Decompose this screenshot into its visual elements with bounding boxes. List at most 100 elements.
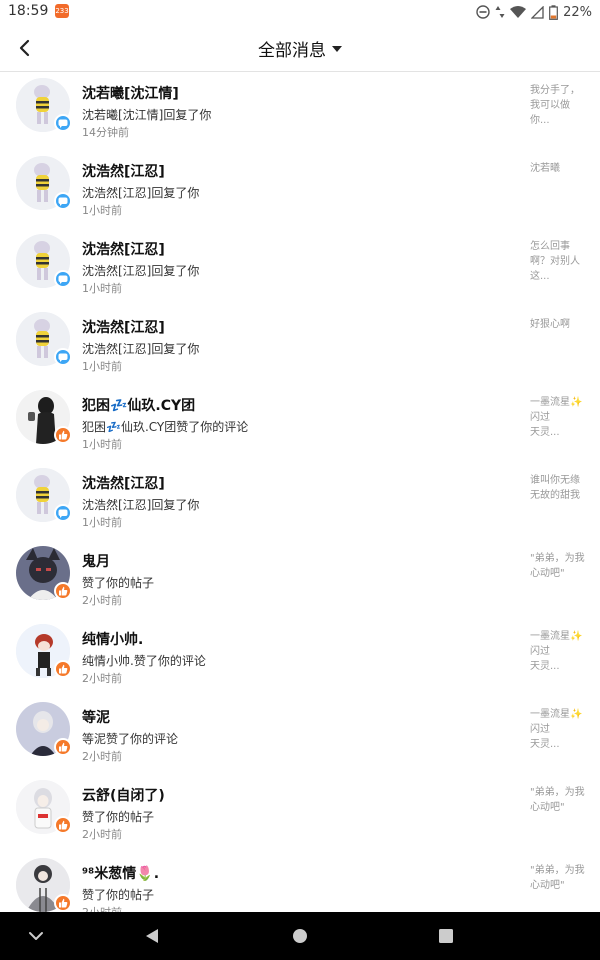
content-preview: 好狠心啊 xyxy=(530,319,570,330)
nav-back-button[interactable] xyxy=(140,924,164,948)
nav-recents-button[interactable] xyxy=(434,924,458,948)
status-time: 18:59 xyxy=(8,3,49,19)
sender-name: ⁹⁸米葱情🌷. xyxy=(82,866,160,882)
message-item[interactable]: 鬼月 赞了你的帖子 2小时前 "弟弟，为我 心动吧" xyxy=(0,546,600,624)
avatar[interactable] xyxy=(16,780,72,834)
timestamp: 2小时前 xyxy=(82,672,122,685)
wifi-icon xyxy=(510,5,527,18)
avatar[interactable] xyxy=(16,234,72,288)
avatar[interactable] xyxy=(16,78,72,132)
message-item[interactable]: 沈浩然[江忍] 沈浩然[江忍]回复了你 1小时前 好狠心啊 xyxy=(0,312,600,390)
notification-text: 纯情小帅.赞了你的评论 xyxy=(82,654,206,668)
message-item[interactable]: ⁹⁸米葱情🌷. 赞了你的帖子 2小时前 "弟弟，为我 心动吧" xyxy=(0,858,600,912)
avatar[interactable] xyxy=(16,390,72,444)
timestamp: 1小时前 xyxy=(82,282,122,295)
message-item[interactable]: 等泥 等泥赞了你的评论 2小时前 一墨流星✨ 闪过 天灵... xyxy=(0,702,600,780)
notification-text: 沈浩然[江忍]回复了你 xyxy=(82,186,200,200)
timestamp: 2小时前 xyxy=(82,750,122,763)
message-filter-dropdown[interactable]: 全部消息 xyxy=(0,24,600,72)
content-preview: 一墨流星✨ 闪过 天灵... xyxy=(530,631,583,672)
sender-name: 沈浩然[江忍] xyxy=(82,476,165,492)
message-list[interactable]: 沈若曦[沈江情] 沈若曦[沈江情]回复了你 14分钟前 我分手了， 我可以做 你… xyxy=(0,72,600,912)
timestamp: 2小时前 xyxy=(82,594,122,607)
content-preview: 我分手了， 我可以做 你... xyxy=(530,85,580,126)
content-preview: 谁叫你无缘 无故的甜我 xyxy=(530,475,580,501)
notification-text: 赞了你的帖子 xyxy=(82,810,155,824)
notification-text: 沈浩然[江忍]回复了你 xyxy=(82,342,200,356)
message-item[interactable]: 犯困💤仙玖.CY团 犯困💤仙玖.CY团赞了你的评论 1小时前 一墨流星✨ 闪过 … xyxy=(0,390,600,468)
content-preview: "弟弟，为我 心动吧" xyxy=(530,553,585,579)
notification-text: 犯困💤仙玖.CY团赞了你的评论 xyxy=(82,420,249,434)
square-recents-icon xyxy=(439,929,453,943)
sender-name: 沈浩然[江忍] xyxy=(82,242,165,258)
sender-name: 犯困💤仙玖.CY团 xyxy=(82,398,196,414)
content-preview: 一墨流星✨ 闪过 天灵... xyxy=(530,709,583,750)
notification-text: 赞了你的帖子 xyxy=(82,888,155,902)
message-item[interactable]: 纯情小帅. 纯情小帅.赞了你的评论 2小时前 一墨流星✨ 闪过 天灵... xyxy=(0,624,600,702)
hide-keyboard-button[interactable] xyxy=(24,924,48,948)
like-badge-icon xyxy=(54,816,72,834)
timestamp: 1小时前 xyxy=(82,516,122,529)
caret-down-icon xyxy=(332,46,342,52)
like-badge-icon xyxy=(54,660,72,678)
content-preview: 沈若曦 xyxy=(530,163,560,174)
notification-text: 赞了你的帖子 xyxy=(82,576,155,590)
sender-name: 沈浩然[江忍] xyxy=(82,320,165,336)
timestamp: 2小时前 xyxy=(82,828,122,841)
message-item[interactable]: 沈浩然[江忍] 沈浩然[江忍]回复了你 1小时前 沈若曦 xyxy=(0,156,600,234)
content-preview: "弟弟，为我 心动吧" xyxy=(530,787,585,813)
notification-text: 等泥赞了你的评论 xyxy=(82,732,179,746)
comment-badge-icon xyxy=(54,270,72,288)
sender-name: 云舒(自闭了) xyxy=(82,788,165,804)
comment-badge-icon xyxy=(54,192,72,210)
avatar[interactable] xyxy=(16,546,72,600)
message-item[interactable]: 云舒(自闭了) 赞了你的帖子 2小时前 "弟弟，为我 心动吧" xyxy=(0,780,600,858)
page-title: 全部消息 xyxy=(258,40,326,61)
notification-text: 沈浩然[江忍]回复了你 xyxy=(82,264,200,278)
sender-name: 鬼月 xyxy=(82,554,110,570)
message-item[interactable]: 沈浩然[江忍] 沈浩然[江忍]回复了你 1小时前 怎么回事 啊？对别人 这... xyxy=(0,234,600,312)
comment-badge-icon xyxy=(54,504,72,522)
battery-level: 22% xyxy=(563,4,592,20)
battery-icon xyxy=(549,4,558,20)
avatar[interactable] xyxy=(16,468,72,522)
comment-badge-icon xyxy=(54,348,72,366)
content-preview: 一墨流星✨ 闪过 天灵... xyxy=(530,397,583,438)
timestamp: 2小时前 xyxy=(82,904,122,912)
timestamp: 1小时前 xyxy=(82,204,122,217)
timestamp: 14分钟前 xyxy=(82,126,129,139)
content-preview: "弟弟，为我 心动吧" xyxy=(530,865,585,891)
content-preview: 怎么回事 啊？对别人 这... xyxy=(530,241,580,282)
nav-home-button[interactable] xyxy=(288,924,312,948)
like-badge-icon xyxy=(54,582,72,600)
sender-name: 沈若曦[沈江情] xyxy=(82,86,179,102)
avatar[interactable] xyxy=(16,624,72,678)
signal-icon xyxy=(531,5,544,19)
notification-text: 沈若曦[沈江情]回复了你 xyxy=(82,108,212,122)
navigation-bar xyxy=(0,912,600,960)
status-bar: 18:59 233 22% xyxy=(0,0,600,24)
like-badge-icon xyxy=(54,894,72,912)
comment-badge-icon xyxy=(54,114,72,132)
triangle-back-icon xyxy=(146,929,158,943)
notification-text: 沈浩然[江忍]回复了你 xyxy=(82,498,200,512)
avatar[interactable] xyxy=(16,312,72,366)
like-badge-icon xyxy=(54,426,72,444)
avatar[interactable] xyxy=(16,702,72,756)
sender-name: 纯情小帅. xyxy=(82,632,144,648)
data-arrows-icon xyxy=(495,6,505,18)
avatar[interactable] xyxy=(16,858,72,912)
circle-home-icon xyxy=(293,929,307,943)
avatar[interactable] xyxy=(16,156,72,210)
message-item[interactable]: 沈若曦[沈江情] 沈若曦[沈江情]回复了你 14分钟前 我分手了， 我可以做 你… xyxy=(0,78,600,156)
timestamp: 1小时前 xyxy=(82,438,122,451)
message-item[interactable]: 沈浩然[江忍] 沈浩然[江忍]回复了你 1小时前 谁叫你无缘 无故的甜我 xyxy=(0,468,600,546)
sender-name: 等泥 xyxy=(82,710,110,726)
timestamp: 1小时前 xyxy=(82,360,122,373)
sender-name: 沈浩然[江忍] xyxy=(82,164,165,180)
dnd-icon xyxy=(476,5,490,19)
header: 全部消息 xyxy=(0,24,600,72)
status-icons: 22% xyxy=(476,3,592,21)
app-notification-icon: 233 xyxy=(55,4,69,18)
like-badge-icon xyxy=(54,738,72,756)
